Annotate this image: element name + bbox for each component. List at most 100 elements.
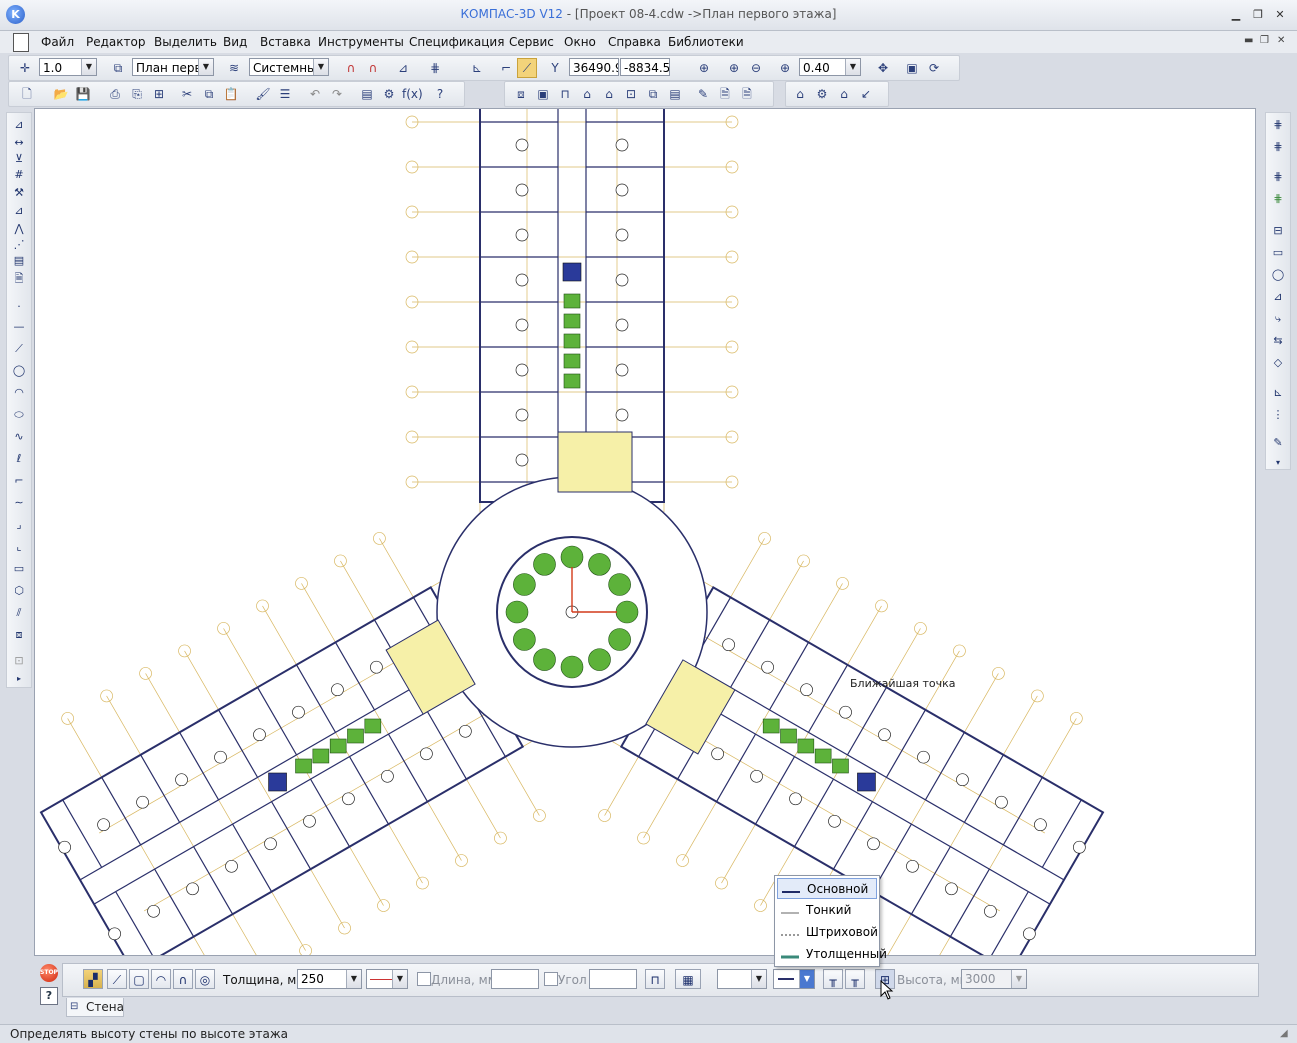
arc-icon[interactable]: ◠ (10, 385, 28, 401)
column-icon[interactable]: ◯ (1269, 267, 1287, 283)
wall-side-icon[interactable]: ⊓ (645, 969, 665, 989)
house-check-icon[interactable]: ⌂ (834, 84, 854, 104)
tab-wall[interactable]: ⊟ Стена (66, 998, 124, 1017)
step-cursor-icon[interactable]: ✛ (15, 58, 35, 78)
wall-mode-icon[interactable]: ▞ (83, 969, 103, 989)
report-table-icon[interactable]: ▤ (10, 253, 28, 269)
spec-object-icon[interactable]: ⋰ (10, 237, 28, 253)
properties-icon[interactable]: ⊞ (149, 84, 169, 104)
zoom-scale-icon[interactable]: ⊕ (775, 58, 795, 78)
section-icon[interactable]: ⋮ (1269, 407, 1287, 423)
chamfer-icon[interactable]: ⌟ (10, 517, 28, 533)
preview-icon[interactable]: ⎘ (127, 84, 147, 104)
house-icon[interactable]: ⌂ (790, 84, 810, 104)
coord-x-field[interactable]: 36490.9 (569, 58, 619, 76)
menu-select[interactable]: Выделить (154, 35, 217, 49)
panel-expand-icon[interactable]: ▾ (1269, 455, 1287, 471)
length-field[interactable] (491, 969, 539, 989)
wall-icon[interactable]: ⊟ (1269, 223, 1287, 239)
stop-button[interactable]: STOP (40, 964, 58, 982)
select-icon[interactable]: ⋀ (10, 221, 28, 237)
menu-tools[interactable]: Инструменты (318, 35, 404, 49)
ramp-icon[interactable]: ⤷ (1269, 311, 1287, 327)
zoom-field[interactable]: 0.40 ▼ (799, 58, 861, 76)
opening-tool-icon[interactable]: ⊡ (621, 84, 641, 104)
wall-tool-icon[interactable]: ⧈ (511, 84, 531, 104)
chevron-down-icon[interactable]: ▼ (799, 970, 814, 988)
mark-icon[interactable]: ◇ (1269, 355, 1287, 371)
print-icon[interactable]: ⎙ (105, 84, 125, 104)
chevron-down-icon[interactable]: ▼ (845, 59, 860, 75)
thickness-field[interactable]: 250 ▼ (297, 969, 362, 989)
wall-align-center-icon[interactable]: ╥ (845, 969, 865, 989)
show-all-icon[interactable]: ▣ (902, 58, 922, 78)
help-button[interactable]: ? (40, 987, 58, 1005)
snap-magnet-icon[interactable]: ∩ (341, 58, 361, 78)
style-icon[interactable]: ≋ (224, 58, 244, 78)
height-field[interactable]: 3000 ▼ (961, 969, 1027, 989)
stair-tool-icon[interactable]: ▤ (665, 84, 685, 104)
stair-icon[interactable]: ⊿ (1269, 289, 1287, 305)
spec-icon[interactable]: 🗎 (737, 84, 757, 104)
close-icon[interactable]: ✕ (1273, 8, 1287, 21)
grid-tool-icon[interactable]: ⧉ (643, 84, 663, 104)
report-icon[interactable]: 🗎 (715, 84, 735, 104)
ortho-icon[interactable]: ⊿ (393, 58, 413, 78)
fill-color-field[interactable]: ▼ (717, 969, 767, 989)
menu-file[interactable]: Файл (41, 35, 74, 49)
edit-object-icon[interactable]: ✎ (1269, 435, 1287, 451)
wall-align-left-icon[interactable]: ╥ (823, 969, 843, 989)
nurbs-icon[interactable]: ∼ (10, 495, 28, 511)
help-pointer-icon[interactable]: ? (430, 84, 450, 104)
point-icon[interactable]: · (10, 299, 28, 315)
menu-specification[interactable]: Спецификация (409, 35, 504, 49)
menu-edit[interactable]: Редактор (86, 35, 145, 49)
chevron-down-icon[interactable]: ▼ (198, 59, 213, 75)
hatch-icon[interactable]: ⫽ (10, 605, 28, 621)
local-cs-icon[interactable]: ⊾ (467, 58, 487, 78)
arc-mode-icon[interactable]: ◠ (151, 969, 171, 989)
settings-house-icon[interactable]: ⚙ (812, 84, 832, 104)
layer-icon[interactable]: ⧉ (108, 58, 128, 78)
menu-service[interactable]: Сервис (509, 35, 554, 49)
axis-line-icon[interactable]: ⋕ (1269, 139, 1287, 155)
redo-icon[interactable]: ↷ (327, 84, 347, 104)
layer-state-field[interactable]: План перв ▼ (132, 58, 214, 76)
door-tool-icon[interactable]: ⊓ (555, 84, 575, 104)
measure-icon[interactable]: ⊿ (10, 203, 28, 219)
menu-libraries[interactable]: Библиотеки (668, 35, 744, 49)
wall-style-field[interactable]: ▼ (366, 969, 408, 989)
menu-view[interactable]: Вид (223, 35, 247, 49)
parametrization-icon[interactable]: ⚒ (10, 185, 28, 201)
minimize-icon[interactable]: ▁ (1229, 8, 1243, 21)
fragment-icon[interactable]: 🗎 (10, 271, 28, 287)
paste-icon[interactable]: 📋 (221, 84, 241, 104)
axis-grid-icon[interactable]: ⋕ (1269, 117, 1287, 133)
chevron-down-icon[interactable]: ▼ (751, 970, 766, 988)
format-painter-icon[interactable]: 🖌 (253, 84, 273, 104)
line-style-option-dashed[interactable]: Штриховой (777, 922, 878, 943)
rectangle-icon[interactable]: ▭ (10, 561, 28, 577)
list-icon[interactable]: ☰ (275, 84, 295, 104)
new-document-icon[interactable]: 🗋 (17, 84, 37, 104)
segment-mode-icon[interactable]: ⟋ (107, 969, 127, 989)
segment-icon[interactable]: ⟋ (10, 341, 28, 357)
elevator-icon[interactable]: ⇆ (1269, 333, 1287, 349)
window-tool-icon[interactable]: ▣ (533, 84, 553, 104)
fillet-icon[interactable]: ⌞ (10, 539, 28, 555)
grid-icon[interactable]: ⋕ (425, 58, 445, 78)
elevation-icon[interactable]: ⊾ (1269, 385, 1287, 401)
mdi-minimize-icon[interactable]: ▬ (1244, 35, 1253, 46)
panel-expand-icon[interactable]: ▸ (10, 671, 28, 687)
aux-line-icon[interactable]: — (10, 319, 28, 335)
zoom-in-icon[interactable]: ⊕ (724, 58, 744, 78)
open-folder-icon[interactable]: 📂 (51, 84, 71, 104)
chevron-down-icon[interactable]: ▼ (81, 59, 96, 75)
chevron-down-icon[interactable]: ▼ (392, 970, 407, 988)
editing-icon[interactable]: # (10, 167, 28, 183)
line-style-field[interactable]: ▼ (773, 969, 815, 989)
rectangle-mode-icon[interactable]: ▢ (129, 969, 149, 989)
polygon-icon[interactable]: ⬡ (10, 583, 28, 599)
drawing-canvas[interactable]: Ближайшая точка (34, 108, 1256, 956)
manager-icon[interactable]: ▤ (357, 84, 377, 104)
